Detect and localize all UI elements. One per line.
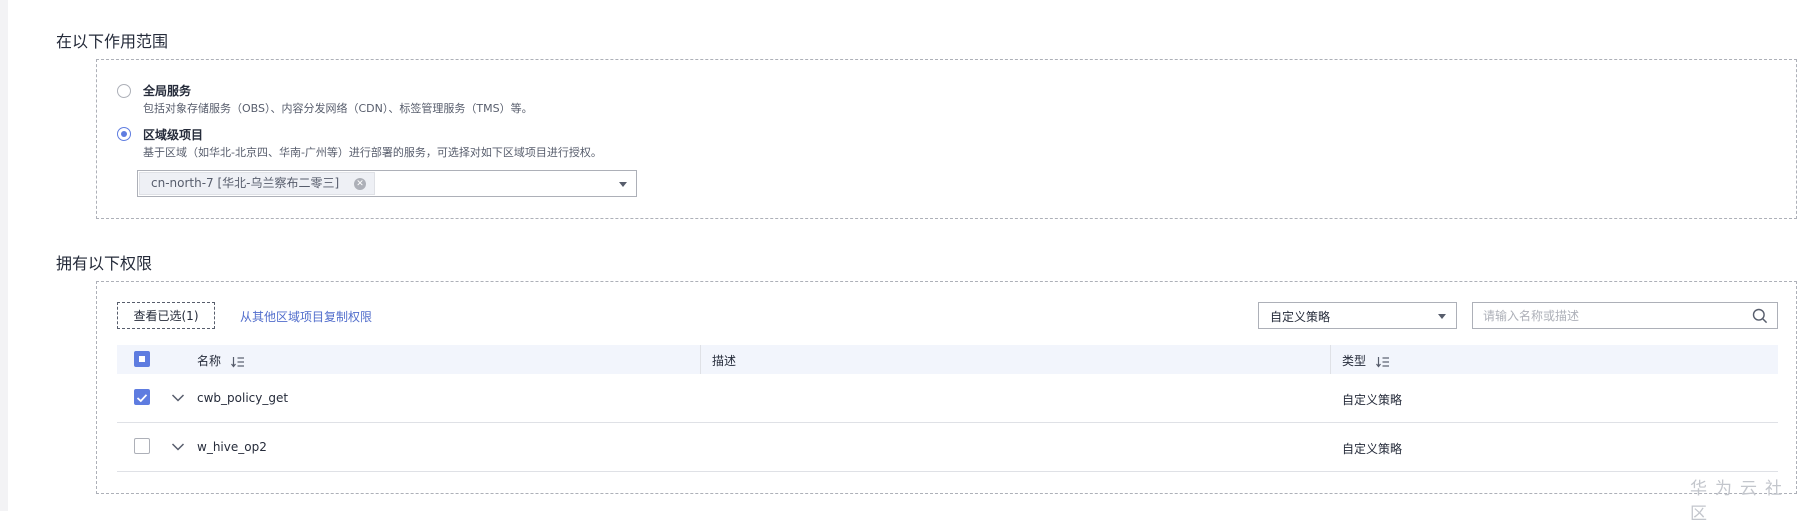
region-project-radio[interactable] (117, 127, 131, 141)
global-service-title: 全局服务 (143, 84, 192, 98)
caret-down-icon (619, 182, 627, 187)
header-type-label: 类型 (1342, 354, 1367, 368)
region-tag: cn-north-7 [华北-乌兰察布二零三] ✕ (139, 172, 375, 195)
row-checkbox[interactable] (134, 438, 150, 454)
watermark: 华为云社区 (1690, 479, 1790, 524)
region-project-title: 区域级项目 (143, 128, 204, 142)
permissions-section-title: 拥有以下权限 (56, 254, 153, 273)
close-circle-icon[interactable]: ✕ (354, 178, 366, 190)
policy-type: 自定义策略 (1342, 442, 1403, 456)
scope-panel: 全局服务 包括对象存储服务（OBS）、内容分发网络（CDN）、标签管理服务（TM… (96, 59, 1797, 219)
table-row[interactable]: cwb_policy_get 自定义策略 (117, 374, 1778, 423)
header-description: 描述 (712, 354, 737, 368)
header-name-label: 名称 (197, 354, 222, 368)
search-input[interactable] (1483, 307, 1733, 324)
chevron-down-icon[interactable] (171, 440, 185, 454)
search-icon[interactable] (1752, 308, 1768, 324)
header-type[interactable]: 类型 (1342, 352, 1390, 369)
sort-icon[interactable] (230, 356, 245, 368)
select-all-checkbox[interactable] (134, 351, 150, 367)
table-row[interactable]: w_hive_op2 自定义策略 (117, 423, 1778, 472)
chevron-down-icon[interactable] (171, 391, 185, 405)
column-divider (700, 345, 701, 374)
policy-type-value: 自定义策略 (1270, 310, 1331, 324)
left-scroll-gutter (0, 0, 8, 511)
search-box (1472, 302, 1778, 329)
policy-table: 名称 描述 类型 cwb_policy_get 自定义策略 w_hive_op2… (117, 345, 1778, 472)
policy-name: cwb_policy_get (197, 391, 289, 405)
global-service-radio[interactable] (117, 84, 131, 98)
region-tag-label: cn-north-7 [华北-乌兰察布二零三] (151, 176, 340, 190)
check-icon (136, 394, 148, 403)
region-project-select[interactable]: cn-north-7 [华北-乌兰察布二零三] ✕ (137, 170, 637, 197)
column-divider (1330, 345, 1331, 374)
row-checkbox[interactable] (134, 389, 150, 405)
permissions-panel: 查看已选(1) 从其他区域项目复制权限 自定义策略 名称 (96, 281, 1797, 494)
table-header: 名称 描述 类型 (117, 345, 1778, 374)
global-service-description: 包括对象存储服务（OBS）、内容分发网络（CDN）、标签管理服务（TMS）等。 (143, 102, 533, 115)
sort-icon[interactable] (1375, 356, 1390, 368)
caret-down-icon (1438, 314, 1446, 319)
region-project-description: 基于区域（如华北-北京四、华南-广州等）进行部署的服务，可选择对如下区域项目进行… (143, 146, 602, 159)
header-name[interactable]: 名称 (197, 352, 245, 369)
policy-type-select[interactable]: 自定义策略 (1258, 302, 1457, 329)
policy-type: 自定义策略 (1342, 393, 1403, 407)
policy-name: w_hive_op2 (197, 440, 267, 454)
copy-permissions-link[interactable]: 从其他区域项目复制权限 (240, 308, 372, 325)
scope-section-title: 在以下作用范围 (56, 32, 169, 51)
view-selected-button[interactable]: 查看已选(1) (117, 302, 215, 329)
